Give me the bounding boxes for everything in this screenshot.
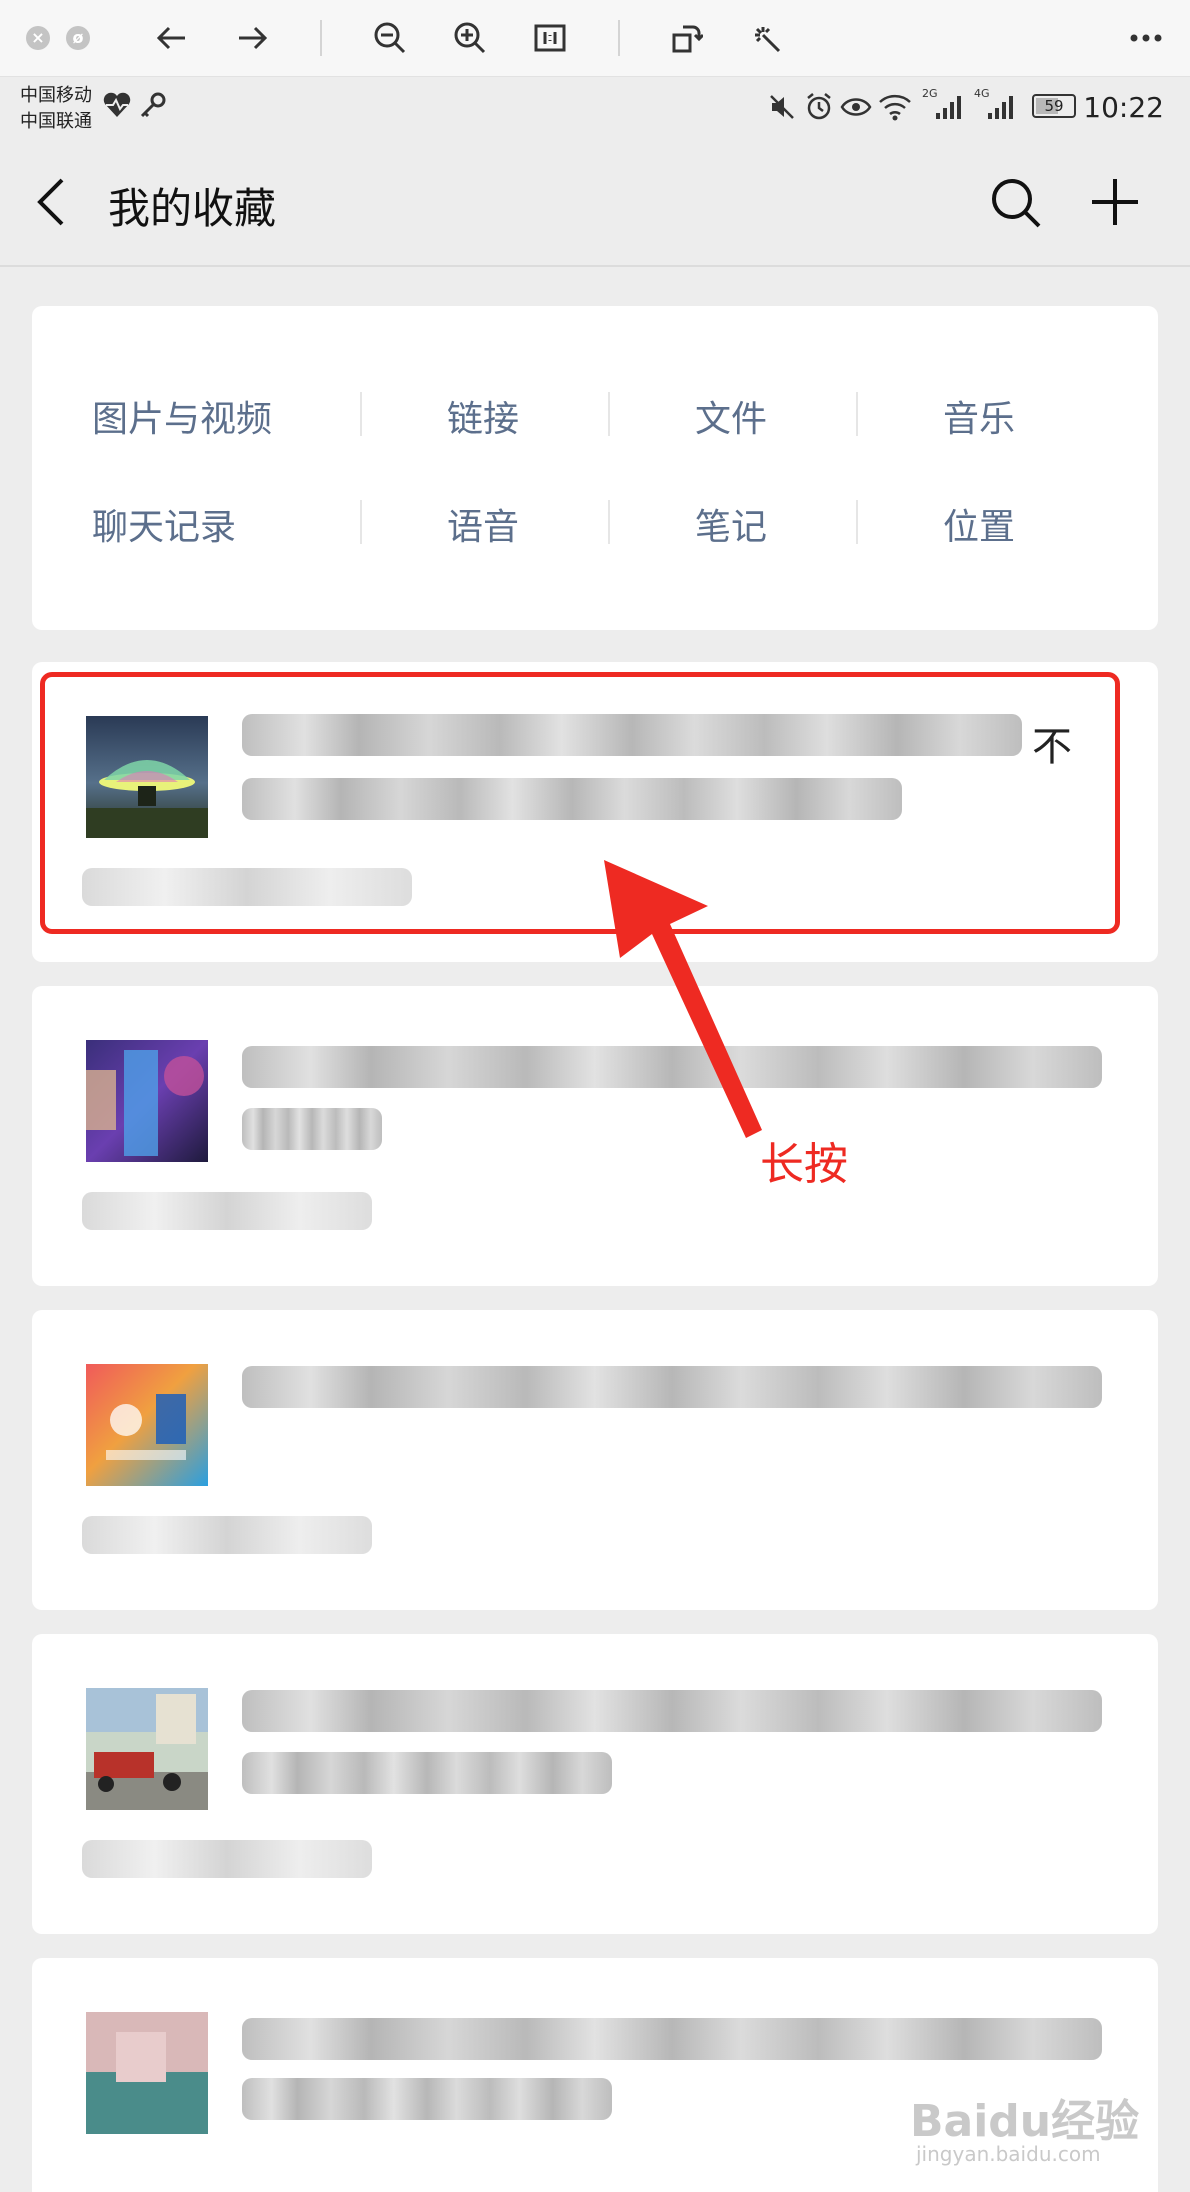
stop-icon[interactable]: ø	[58, 18, 98, 58]
rotate-icon[interactable]	[666, 18, 706, 58]
category-photos-videos[interactable]: 图片与视频	[92, 390, 322, 442]
item-thumbnail	[86, 1040, 208, 1162]
zoom-out-icon[interactable]	[370, 18, 410, 58]
more-icon[interactable]	[1126, 18, 1166, 58]
key-icon	[140, 92, 166, 118]
add-icon[interactable]	[1090, 177, 1140, 227]
wifi-icon	[879, 94, 911, 121]
carrier-2: 中国联通	[20, 111, 92, 132]
category-divider	[360, 392, 362, 436]
category-files[interactable]: 文件	[616, 390, 846, 442]
category-links[interactable]: 链接	[368, 390, 598, 442]
annotation-arrow	[604, 860, 762, 1138]
toolbar-divider	[320, 20, 322, 56]
zoom-in-icon[interactable]	[450, 18, 490, 58]
favorite-item[interactable]	[32, 1310, 1158, 1610]
blurred-text	[242, 2078, 612, 2120]
status-time: 10:22	[1083, 91, 1164, 124]
mute-icon	[770, 95, 794, 119]
item-thumbnail	[86, 1364, 208, 1486]
category-notes[interactable]: 笔记	[616, 498, 846, 550]
blurred-text	[242, 1690, 1102, 1732]
actual-size-icon[interactable]	[530, 18, 570, 58]
annotation-label: 长按	[760, 1139, 848, 1190]
category-divider	[360, 500, 362, 544]
blurred-text	[242, 1752, 612, 1794]
category-divider	[608, 392, 610, 436]
search-icon[interactable]	[990, 177, 1042, 229]
watermark-brand: Baidu经验	[910, 2096, 1140, 2147]
category-panel: 图片与视频 链接 文件 音乐 聊天记录 语音 笔记 位置	[32, 306, 1158, 630]
nav-header: 我的收藏	[0, 137, 1190, 267]
category-divider	[856, 392, 858, 436]
blurred-text	[242, 1366, 1102, 1408]
status-bar: 中国移动 中国联通 2G 4G 59 10:22	[0, 77, 1190, 137]
signal-icon-2	[988, 96, 1013, 119]
heart-rate-icon	[103, 92, 131, 117]
watermark-url: jingyan.baidu.com	[916, 2142, 1101, 2166]
blurred-text	[242, 2018, 1102, 2060]
battery-icon: 59	[1032, 94, 1076, 118]
arrow-right-icon[interactable]	[232, 18, 272, 58]
alarm-icon	[807, 93, 831, 120]
item-thumbnail	[86, 1688, 208, 1810]
eye-icon	[840, 98, 872, 116]
category-voice[interactable]: 语音	[368, 498, 598, 550]
carrier-1: 中国移动	[20, 85, 92, 106]
blurred-text	[242, 1108, 382, 1150]
category-location[interactable]: 位置	[864, 498, 1094, 550]
item-thumbnail	[86, 2012, 208, 2134]
magic-wand-icon[interactable]	[746, 18, 786, 58]
blurred-meta	[82, 1840, 372, 1878]
highlight-box	[40, 672, 1120, 934]
back-icon[interactable]	[36, 177, 66, 227]
category-music[interactable]: 音乐	[864, 390, 1094, 442]
blurred-meta	[82, 1516, 372, 1554]
arrow-left-icon[interactable]	[152, 18, 192, 58]
toolbar-divider	[618, 20, 620, 56]
close-icon[interactable]: ×	[18, 18, 58, 58]
signal-icon-1	[936, 96, 961, 119]
page-title: 我的收藏	[108, 184, 277, 233]
blurred-meta	[82, 1192, 372, 1230]
category-divider	[608, 500, 610, 544]
category-divider	[856, 500, 858, 544]
battery-level: 59	[1044, 97, 1064, 115]
image-viewer-toolbar: × ø	[0, 0, 1190, 77]
favorite-item[interactable]	[32, 1634, 1158, 1934]
category-chat-history[interactable]: 聊天记录	[92, 498, 322, 550]
